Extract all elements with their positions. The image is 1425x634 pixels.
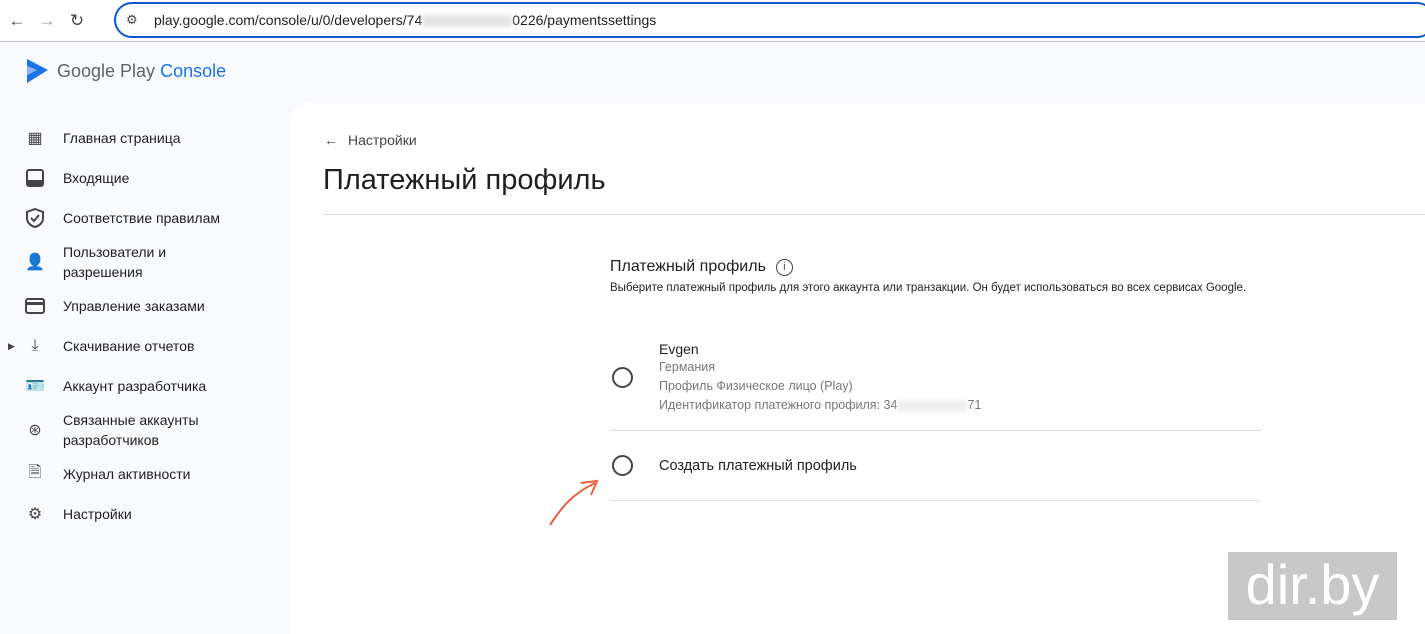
sidebar-item-home[interactable]: ▦ Главная страница xyxy=(0,118,290,158)
sidebar-item-settings[interactable]: ⚙ Настройки xyxy=(0,494,290,534)
users-icon: 👤 xyxy=(25,254,45,271)
sidebar-item-users[interactable]: 👤 Пользователи и разрешения xyxy=(0,238,290,286)
profile-name: Evgen xyxy=(659,341,699,357)
profile-option-evgen[interactable]: Evgen Германия Профиль Физическое лицо (… xyxy=(610,325,1261,431)
page-title: Платежный профиль xyxy=(323,164,606,196)
back-icon[interactable]: ← xyxy=(2,11,32,31)
credit-card-icon xyxy=(24,295,46,317)
linked-accounts-icon: ⊛ xyxy=(28,422,42,439)
inbox-icon xyxy=(24,167,46,189)
divider xyxy=(323,214,1425,215)
info-icon[interactable]: i xyxy=(775,258,793,276)
payment-profile-section: Платежный профиль i Выберите платежный пр… xyxy=(610,258,1261,501)
play-console-logo[interactable]: Google Play Console xyxy=(25,58,226,84)
address-bar[interactable]: ⚙ play.google.com/console/u/0/developers… xyxy=(114,2,1425,38)
site-settings-icon[interactable]: ⚙ xyxy=(126,12,154,28)
dashboard-icon: ▦ xyxy=(27,130,43,147)
sidebar-item-activity-log[interactable]: 🗎 Журнал активности xyxy=(0,454,290,494)
browser-toolbar: ← → ↻ ⚙ play.google.com/console/u/0/deve… xyxy=(0,0,1425,42)
shield-icon xyxy=(24,207,46,229)
watermark: dir.by xyxy=(1228,552,1397,620)
annotation-arrow-icon xyxy=(549,479,599,526)
arrow-left-icon: ← xyxy=(324,132,338,148)
sidebar: ▦ Главная страница Входящие Соответствие … xyxy=(0,118,290,534)
profile-country: Германия xyxy=(659,360,716,374)
section-title: Платежный профиль xyxy=(610,258,766,275)
create-profile-label: Создать платежный профиль xyxy=(659,457,857,474)
play-logo-icon xyxy=(27,59,48,83)
sidebar-item-reports[interactable]: ▶ ⤓ Скачивание отчетов xyxy=(0,326,290,366)
expand-caret-icon[interactable]: ▶ xyxy=(8,341,15,352)
download-icon: ⤓ xyxy=(31,337,39,354)
profile-id: Идентификатор платежного профиля: 34 71 xyxy=(659,398,982,412)
reload-icon[interactable]: ↻ xyxy=(62,11,92,31)
sidebar-item-developer-account[interactable]: 🪪 Аккаунт разработчика xyxy=(0,366,290,406)
gear-icon: ⚙ xyxy=(27,506,43,523)
sidebar-item-linked-accounts[interactable]: ⊛ Связанные аккаунты разработчиков xyxy=(0,406,290,454)
radio-button[interactable] xyxy=(612,455,633,476)
sidebar-item-orders[interactable]: Управление заказами xyxy=(0,286,290,326)
sidebar-item-policy[interactable]: Соответствие правилам xyxy=(0,198,290,238)
create-profile-option[interactable]: Создать платежный профиль xyxy=(610,431,1261,501)
back-to-settings-link[interactable]: ← Настройки xyxy=(324,132,417,148)
section-description: Выберите платежный профиль для этого акк… xyxy=(610,282,1247,294)
url-text: play.google.com/console/u/0/developers/7… xyxy=(154,12,657,28)
document-icon: 🗎 xyxy=(28,463,42,481)
radio-button[interactable] xyxy=(612,367,633,388)
sidebar-item-inbox[interactable]: Входящие xyxy=(0,158,290,198)
profile-type: Профиль Физическое лицо (Play) xyxy=(659,379,853,393)
badge-icon: 🪪 xyxy=(25,378,45,395)
forward-icon[interactable]: → xyxy=(32,11,62,31)
